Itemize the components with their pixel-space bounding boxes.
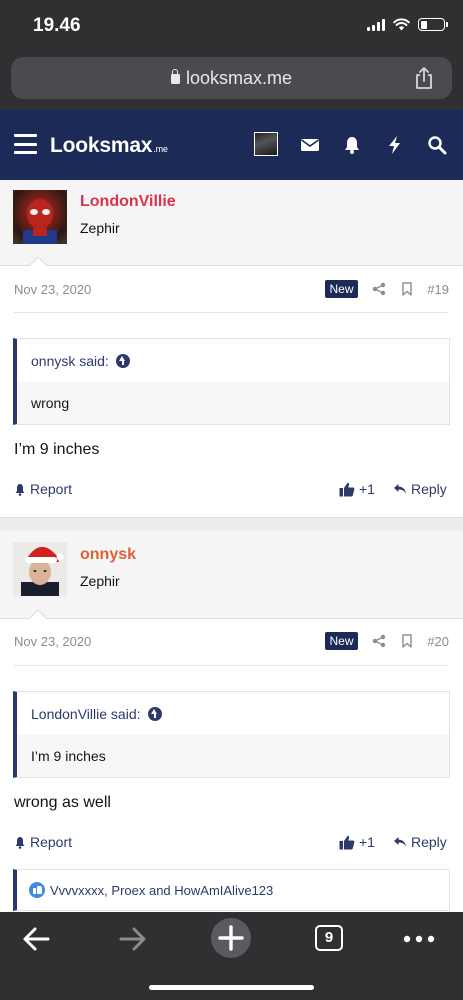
avatar[interactable]	[13, 542, 67, 596]
reply-arrow-icon	[394, 484, 406, 494]
search-icon[interactable]	[427, 135, 447, 155]
reply-label: Reply	[411, 481, 447, 497]
account-avatar[interactable]	[254, 132, 278, 156]
bookmark-icon[interactable]	[400, 634, 414, 648]
post-separator	[0, 517, 463, 530]
new-badge: New	[325, 280, 358, 298]
thumbs-up-icon	[339, 482, 355, 496]
new-badge: New	[325, 632, 358, 650]
tabs-button[interactable]: 9	[315, 925, 343, 951]
logo-text: Looksmax	[50, 134, 153, 157]
home-indicator[interactable]	[149, 985, 314, 990]
thumbs-up-icon	[339, 835, 355, 849]
like-button[interactable]: +1	[339, 834, 375, 850]
like-count: +1	[359, 481, 375, 497]
url-text: looksmax.me	[185, 67, 293, 88]
reactions-bar[interactable]: Vvvvxxxx, Proex and HowAmIAlive123	[13, 869, 450, 911]
post-date[interactable]: Nov 23, 2020	[14, 634, 91, 649]
new-tab-plus-icon[interactable]	[210, 917, 252, 959]
forward-arrow-icon[interactable]	[117, 922, 149, 956]
post-user-header: onnysk Zephir	[0, 530, 463, 620]
site-header: Looksmax.me	[0, 110, 463, 180]
status-icons	[367, 18, 448, 31]
bell-icon	[15, 483, 25, 496]
quote-block: LondonVillie said: I’m 9 inches	[13, 691, 450, 778]
envelope-icon[interactable]	[300, 135, 320, 155]
arrow-up-circle-icon[interactable]	[115, 353, 130, 368]
wifi-icon	[393, 18, 410, 31]
quote-text: wrong	[17, 382, 449, 424]
menu-icon[interactable]	[14, 134, 37, 154]
report-button[interactable]: Report	[14, 481, 72, 497]
speech-caret	[28, 257, 48, 267]
report-label: Report	[30, 834, 73, 850]
bell-icon	[15, 836, 25, 849]
reply-button[interactable]: Reply	[393, 481, 447, 497]
reply-arrow-icon	[394, 837, 406, 847]
quote-author: onnysk said:	[31, 352, 109, 369]
quote-header[interactable]: LondonVillie said:	[17, 692, 449, 735]
browser-top-bar: 19.46 looksmax.me	[0, 0, 463, 110]
site-logo[interactable]: Looksmax.me	[50, 134, 168, 158]
post-user-header: LondonVillie Zephir	[0, 180, 463, 267]
username[interactable]: onnysk	[80, 546, 136, 564]
quote-text: I’m 9 inches	[17, 735, 449, 777]
quote-header[interactable]: onnysk said:	[17, 339, 449, 382]
signal-icon	[367, 18, 385, 31]
battery-icon	[418, 18, 448, 31]
divider	[14, 665, 449, 666]
user-title: Zephir	[80, 573, 120, 589]
post-body: I’m 9 inches	[14, 441, 100, 458]
bell-icon[interactable]	[342, 135, 362, 155]
back-arrow-icon[interactable]	[20, 922, 52, 956]
status-time: 19.46	[33, 15, 81, 36]
like-button[interactable]: +1	[339, 481, 375, 497]
post-number[interactable]: #19	[427, 282, 449, 297]
post-body: wrong as well	[14, 794, 111, 811]
divider	[14, 312, 449, 313]
user-title: Zephir	[80, 220, 120, 236]
reply-button[interactable]: Reply	[393, 834, 447, 850]
spiderman-avatar-image	[23, 199, 57, 244]
lock-icon	[170, 69, 180, 84]
like-count: +1	[359, 834, 375, 850]
lightning-icon[interactable]	[385, 135, 405, 155]
post-number[interactable]: #20	[427, 634, 449, 649]
avatar[interactable]	[13, 190, 67, 244]
username[interactable]: LondonVillie	[80, 193, 176, 211]
address-bar[interactable]: looksmax.me	[11, 57, 452, 99]
more-dots-icon[interactable]	[402, 922, 436, 956]
bookmark-icon[interactable]	[400, 282, 414, 296]
report-label: Report	[30, 481, 73, 497]
report-button[interactable]: Report	[14, 834, 72, 850]
tab-count: 9	[324, 929, 334, 946]
share-icon[interactable]	[372, 282, 386, 296]
reply-label: Reply	[411, 834, 447, 850]
arrow-up-circle-icon[interactable]	[147, 706, 162, 721]
quote-author: LondonVillie said:	[31, 705, 141, 722]
reactions-text[interactable]: Vvvvxxxx, Proex and HowAmIAlive123	[50, 883, 273, 898]
share-icon[interactable]	[413, 66, 435, 90]
quote-block: onnysk said: wrong	[13, 338, 450, 425]
like-reaction-icon	[29, 882, 45, 898]
logo-suffix: .me	[153, 144, 168, 154]
santa-hat-avatar-image	[21, 546, 64, 596]
share-icon[interactable]	[372, 634, 386, 648]
speech-caret	[28, 610, 48, 620]
post-date[interactable]: Nov 23, 2020	[14, 282, 91, 297]
